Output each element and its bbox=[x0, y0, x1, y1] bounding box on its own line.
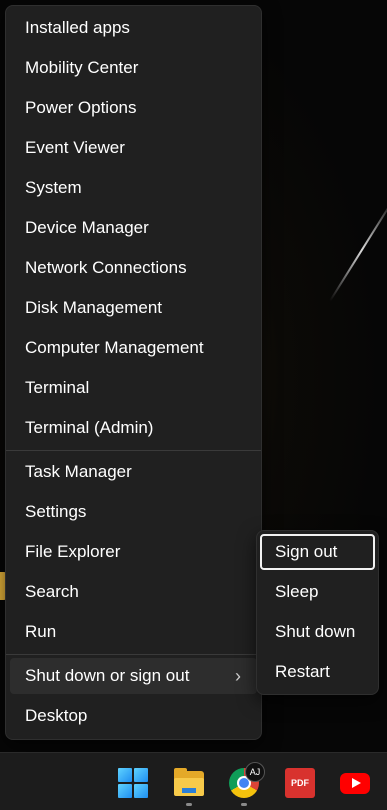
shutdown-submenu: Sign out Sleep Shut down Restart bbox=[256, 530, 379, 695]
file-explorer-icon[interactable] bbox=[174, 768, 204, 798]
menu-item-system[interactable]: System bbox=[10, 170, 257, 206]
menu-item-network-connections[interactable]: Network Connections bbox=[10, 250, 257, 286]
running-indicator bbox=[241, 803, 247, 806]
submenu-item-sign-out[interactable]: Sign out bbox=[260, 534, 375, 570]
menu-item-mobility-center[interactable]: Mobility Center bbox=[10, 50, 257, 86]
menu-item-power-options[interactable]: Power Options bbox=[10, 90, 257, 126]
taskbar: PDF bbox=[0, 752, 387, 810]
pdf-app-icon[interactable]: PDF bbox=[285, 768, 315, 798]
submenu-item-shut-down[interactable]: Shut down bbox=[260, 614, 375, 650]
menu-item-desktop[interactable]: Desktop bbox=[10, 698, 257, 734]
windows-start-icon[interactable] bbox=[118, 768, 148, 798]
submenu-item-restart[interactable]: Restart bbox=[260, 654, 375, 690]
chrome-profile-badge: AJ bbox=[245, 762, 265, 782]
menu-item-shut-down-or-sign-out[interactable]: Shut down or sign out › bbox=[10, 658, 257, 694]
menu-item-label: Shut down or sign out bbox=[25, 666, 190, 685]
youtube-icon[interactable] bbox=[340, 773, 370, 794]
menu-item-event-viewer[interactable]: Event Viewer bbox=[10, 130, 257, 166]
menu-item-settings[interactable]: Settings bbox=[10, 494, 257, 530]
menu-item-task-manager[interactable]: Task Manager bbox=[10, 454, 257, 490]
menu-separator bbox=[6, 654, 261, 655]
menu-item-computer-management[interactable]: Computer Management bbox=[10, 330, 257, 366]
menu-item-run[interactable]: Run bbox=[10, 614, 257, 650]
menu-item-installed-apps[interactable]: Installed apps bbox=[10, 10, 257, 46]
menu-item-file-explorer[interactable]: File Explorer bbox=[10, 534, 257, 570]
menu-item-terminal-admin[interactable]: Terminal (Admin) bbox=[10, 410, 257, 446]
menu-item-terminal[interactable]: Terminal bbox=[10, 370, 257, 406]
menu-item-device-manager[interactable]: Device Manager bbox=[10, 210, 257, 246]
winx-context-menu: Installed apps Mobility Center Power Opt… bbox=[5, 5, 262, 740]
chevron-right-icon: › bbox=[235, 666, 241, 686]
wallpaper-streak bbox=[329, 198, 387, 302]
menu-item-search[interactable]: Search bbox=[10, 574, 257, 610]
menu-item-disk-management[interactable]: Disk Management bbox=[10, 290, 257, 326]
menu-separator bbox=[6, 450, 261, 451]
submenu-item-sleep[interactable]: Sleep bbox=[260, 574, 375, 610]
running-indicator bbox=[186, 803, 192, 806]
